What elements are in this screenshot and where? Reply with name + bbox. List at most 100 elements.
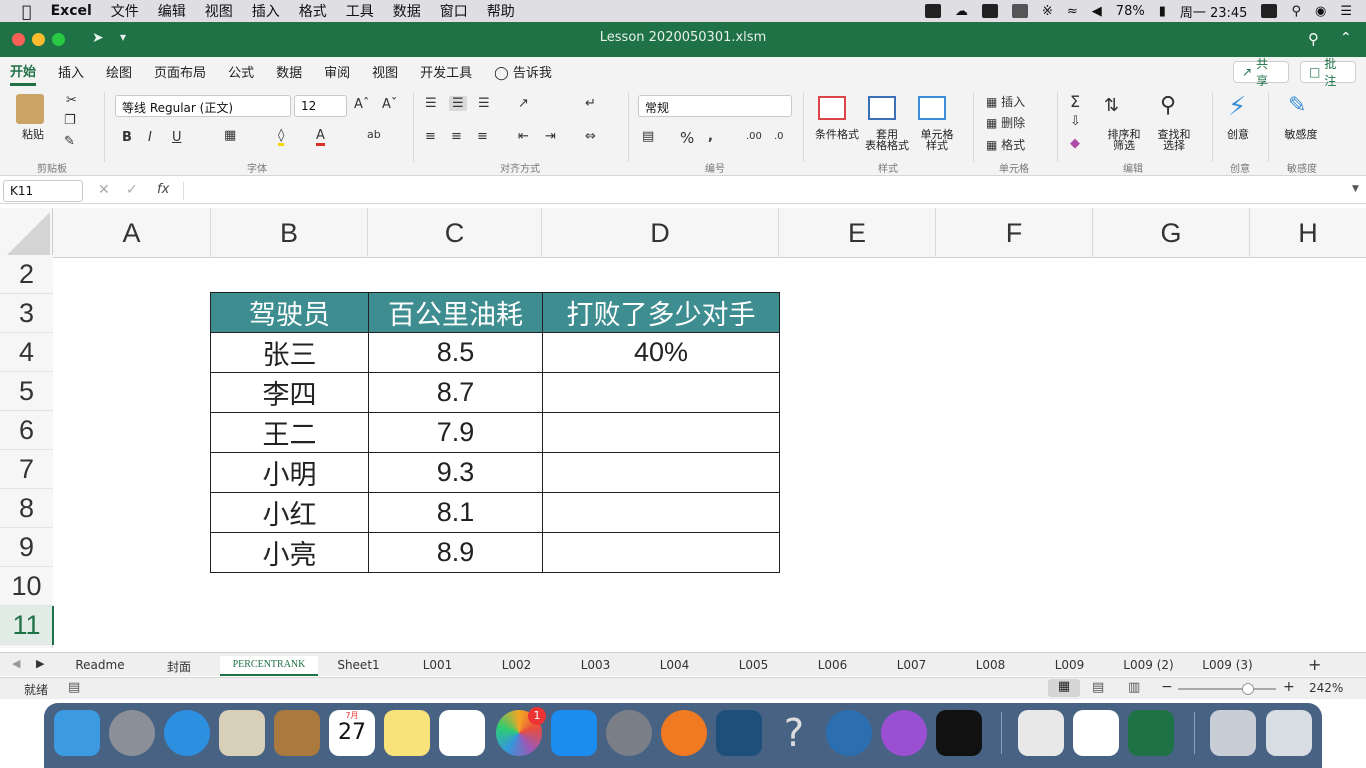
bold-button[interactable]: B xyxy=(122,130,132,145)
siri-icon[interactable]: ◉ xyxy=(1315,4,1326,19)
format-cells-button[interactable]: ▦ 格式 xyxy=(986,136,1025,153)
firefox-icon[interactable] xyxy=(661,710,707,756)
cut-icon[interactable]: ✂ xyxy=(66,93,77,108)
cell-driver[interactable]: 张三 xyxy=(210,332,369,373)
paste-icon[interactable] xyxy=(16,94,44,124)
row-header-10[interactable]: 10 xyxy=(0,567,53,606)
paste-label[interactable]: 粘贴 xyxy=(16,129,50,140)
sheet-tab-l009[interactable]: L009 xyxy=(1031,656,1108,676)
launchpad-icon[interactable] xyxy=(109,710,155,756)
grid-status-icon[interactable] xyxy=(1011,4,1028,18)
fill-icon[interactable]: ⇩ xyxy=(1070,114,1081,129)
align-middle-icon[interactable]: ☰ xyxy=(449,96,467,111)
excel-icon[interactable] xyxy=(1128,710,1174,756)
finder-icon[interactable] xyxy=(54,710,100,756)
downloads-stack-icon[interactable] xyxy=(1210,710,1256,756)
help-icon[interactable]: ? xyxy=(771,710,817,756)
header-beaten[interactable]: 打败了多少对手 xyxy=(542,292,780,333)
app-store-icon[interactable] xyxy=(551,710,597,756)
menu-view[interactable]: 视图 xyxy=(205,1,233,21)
tab-tell-me[interactable]: ◯ 告诉我 xyxy=(494,62,552,81)
app-status-icon[interactable] xyxy=(981,4,998,18)
expand-formula-icon[interactable]: ▼ xyxy=(1352,184,1359,194)
insert-cells-button[interactable]: ▦ 插入 xyxy=(986,93,1025,110)
percent-icon[interactable]: % xyxy=(680,129,694,147)
autosum-icon[interactable]: Σ xyxy=(1070,92,1080,111)
apple-icon[interactable]:  xyxy=(22,2,32,21)
increase-indent-icon[interactable]: ⇥ xyxy=(545,129,556,144)
spotlight-icon[interactable]: ⚲ xyxy=(1291,4,1301,19)
italic-button[interactable]: I xyxy=(148,130,152,145)
page-layout-view-icon[interactable]: ▤ xyxy=(1092,680,1104,695)
search-icon[interactable]: ⚲ xyxy=(1308,30,1319,48)
trash-icon[interactable] xyxy=(1266,710,1312,756)
clock[interactable]: 周一 23:45 xyxy=(1180,2,1248,21)
align-center-icon[interactable]: ≡ xyxy=(451,129,462,144)
wifi-icon[interactable]: ≈ xyxy=(1067,4,1078,19)
column-header-h[interactable]: H xyxy=(1250,208,1366,258)
conditional-formatting-label[interactable]: 条件格式 xyxy=(812,129,862,140)
zoom-slider[interactable] xyxy=(1178,688,1276,690)
select-all-button[interactable] xyxy=(0,208,53,258)
font-size-select[interactable]: 12 xyxy=(294,95,347,117)
apple-tv-icon[interactable] xyxy=(936,710,982,756)
volume-icon[interactable]: ◀ xyxy=(1092,4,1102,19)
comments-button[interactable]: □ 批注 xyxy=(1300,57,1356,88)
battery-icon[interactable]: ▮ xyxy=(1159,4,1166,19)
mysql-workbench-icon[interactable] xyxy=(716,710,762,756)
tab-page-layout[interactable]: 页面布局 xyxy=(154,62,206,81)
menu-app-name[interactable]: Excel xyxy=(51,3,92,19)
currency-icon[interactable]: ▤ xyxy=(642,129,654,144)
row-header-11[interactable]: 11 xyxy=(0,606,53,645)
column-header-d[interactable]: D xyxy=(542,208,779,258)
decrease-font-icon[interactable]: Aˇ xyxy=(382,97,397,112)
battery-percent[interactable]: 78% xyxy=(1116,4,1145,19)
insert-function-icon[interactable]: fx xyxy=(157,182,169,197)
cell-fuel[interactable]: 9.3 xyxy=(368,452,543,493)
cell-fuel[interactable]: 8.5 xyxy=(368,332,543,373)
decrease-decimal-icon[interactable]: .0 xyxy=(774,131,784,142)
normal-view-icon[interactable]: ▦ xyxy=(1048,679,1080,697)
textedit-icon[interactable] xyxy=(1018,710,1064,756)
column-header-e[interactable]: E xyxy=(779,208,936,258)
sensitivity-label[interactable]: 敏感度 xyxy=(1280,129,1322,140)
name-box[interactable]: K11 xyxy=(3,180,83,202)
find-select-icon[interactable]: ⚲ xyxy=(1160,93,1176,118)
cell-driver[interactable]: 小红 xyxy=(210,492,369,533)
cell-fuel[interactable]: 8.1 xyxy=(368,492,543,533)
macro-record-icon[interactable]: ▤ xyxy=(68,680,80,695)
row-header-9[interactable]: 9 xyxy=(0,528,53,567)
decrease-indent-icon[interactable]: ⇤ xyxy=(518,129,529,144)
time-machine-icon[interactable] xyxy=(826,710,872,756)
menu-insert[interactable]: 插入 xyxy=(252,1,280,21)
comma-style-icon[interactable]: , xyxy=(708,129,713,144)
menu-help[interactable]: 帮助 xyxy=(487,1,515,21)
sheet-tab-sheet1[interactable]: Sheet1 xyxy=(320,656,397,676)
tab-view[interactable]: 视图 xyxy=(372,62,398,81)
cell-fuel[interactable]: 8.9 xyxy=(368,532,543,573)
sheet-tab-percentrank[interactable]: PERCENTRANK xyxy=(220,656,318,676)
font-name-select[interactable]: 等线 Regular (正文) xyxy=(115,95,291,117)
sheet-tab-l009-3[interactable]: L009 (3) xyxy=(1189,656,1266,676)
add-sheet-icon[interactable]: + xyxy=(1308,655,1321,674)
cell-driver[interactable]: 小明 xyxy=(210,452,369,493)
sheet-tab-l004[interactable]: L004 xyxy=(636,656,713,676)
header-fuel[interactable]: 百公里油耗 xyxy=(368,292,543,333)
mail-icon[interactable] xyxy=(219,710,265,756)
notes-icon[interactable] xyxy=(384,710,430,756)
wrap-text-icon[interactable]: ↵ xyxy=(585,96,596,111)
prev-sheet-icon[interactable]: ◀ xyxy=(12,657,20,670)
sheet-tab-l001[interactable]: L001 xyxy=(399,656,476,676)
sheet-tab-cover[interactable]: 封面 xyxy=(140,658,218,678)
share-button[interactable]: ↗ 共享 xyxy=(1233,57,1289,88)
column-header-g[interactable]: G xyxy=(1093,208,1250,258)
next-sheet-icon[interactable]: ▶ xyxy=(36,657,44,670)
clear-icon[interactable]: ◆ xyxy=(1070,136,1080,151)
confirm-edit-icon[interactable]: ✓ xyxy=(126,182,138,198)
cell-styles-icon[interactable] xyxy=(918,96,946,120)
zoom-slider-thumb[interactable] xyxy=(1242,683,1254,695)
menu-file[interactable]: 文件 xyxy=(111,1,139,21)
underline-button[interactable]: U xyxy=(172,130,182,145)
menu-data[interactable]: 数据 xyxy=(393,1,421,21)
tab-data[interactable]: 数据 xyxy=(276,62,302,81)
